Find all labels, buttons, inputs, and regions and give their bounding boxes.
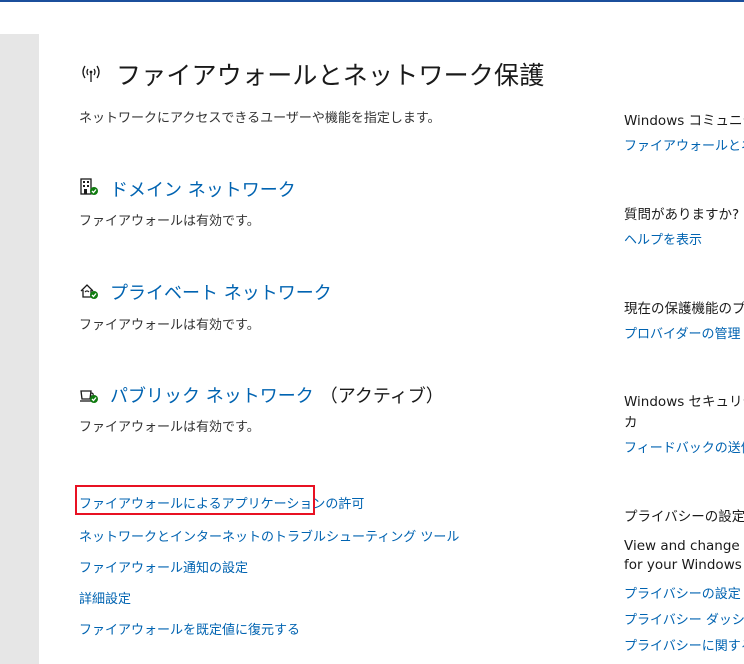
active-network-tag: （アクティブ） — [319, 386, 444, 407]
question-heading: 質問がありますか? — [624, 207, 740, 223]
feedback-heading-cont: カ — [624, 415, 638, 431]
window-top-border — [0, 0, 744, 2]
private-network-link[interactable]: プライベート ネットワーク — [110, 279, 332, 305]
privacy-description-line1: View and change p — [624, 538, 744, 554]
privacy-dashboard-link[interactable]: プライバシー ダッシュボ — [624, 609, 744, 628]
public-network-label[interactable]: パブリック ネットワーク — [110, 386, 314, 407]
firewall-notification-settings-link[interactable]: ファイアウォール通知の設定 — [79, 557, 248, 576]
public-network-link[interactable]: パブリック ネットワーク （アクティブ） — [110, 382, 444, 408]
public-network-status: ファイアウォールは有効です。 — [79, 420, 260, 435]
domain-building-icon — [80, 178, 98, 195]
allow-app-through-firewall-link[interactable]: ファイアウォールによるアプリケーションの許可 — [79, 493, 364, 512]
wireless-antenna-icon — [82, 65, 100, 82]
public-coffee-icon — [80, 390, 98, 403]
domain-network-link[interactable]: ドメイン ネットワーク — [110, 176, 296, 202]
manage-providers-link[interactable]: プロバイダーの管理 — [624, 323, 740, 342]
page-subtitle: ネットワークにアクセスできるユーザーや機能を指定します。 — [79, 111, 441, 126]
private-network-status: ファイアウォールは有効です。 — [79, 318, 260, 333]
send-feedback-link[interactable]: フィードバックの送信 — [624, 437, 744, 456]
network-troubleshooter-link[interactable]: ネットワークとインターネットのトラブルシューティング ツール — [79, 526, 459, 545]
page-title: ファイアウォールとネットワーク保護 — [116, 61, 545, 90]
privacy-heading: プライバシーの設定を — [624, 509, 744, 525]
privacy-settings-link[interactable]: プライバシーの設定 — [624, 583, 741, 602]
providers-heading: 現在の保護機能のプ — [624, 301, 744, 317]
privacy-description-line2: for your Windows — [624, 557, 742, 573]
get-help-link[interactable]: ヘルプを表示 — [624, 229, 702, 248]
advanced-settings-link[interactable]: 詳細設定 — [79, 588, 131, 607]
feedback-heading: Windows セキュリテ — [624, 394, 744, 410]
domain-network-status: ファイアウォールは有効です。 — [79, 214, 260, 229]
community-link[interactable]: ファイアウォールとネット — [624, 135, 744, 154]
private-home-icon — [80, 284, 98, 299]
restore-firewall-defaults-link[interactable]: ファイアウォールを既定値に復元する — [79, 619, 300, 638]
navigation-pane — [0, 34, 39, 664]
community-heading: Windows コミュニティ — [624, 113, 744, 129]
privacy-statement-link[interactable]: プライバシーに関する声 — [624, 635, 744, 654]
